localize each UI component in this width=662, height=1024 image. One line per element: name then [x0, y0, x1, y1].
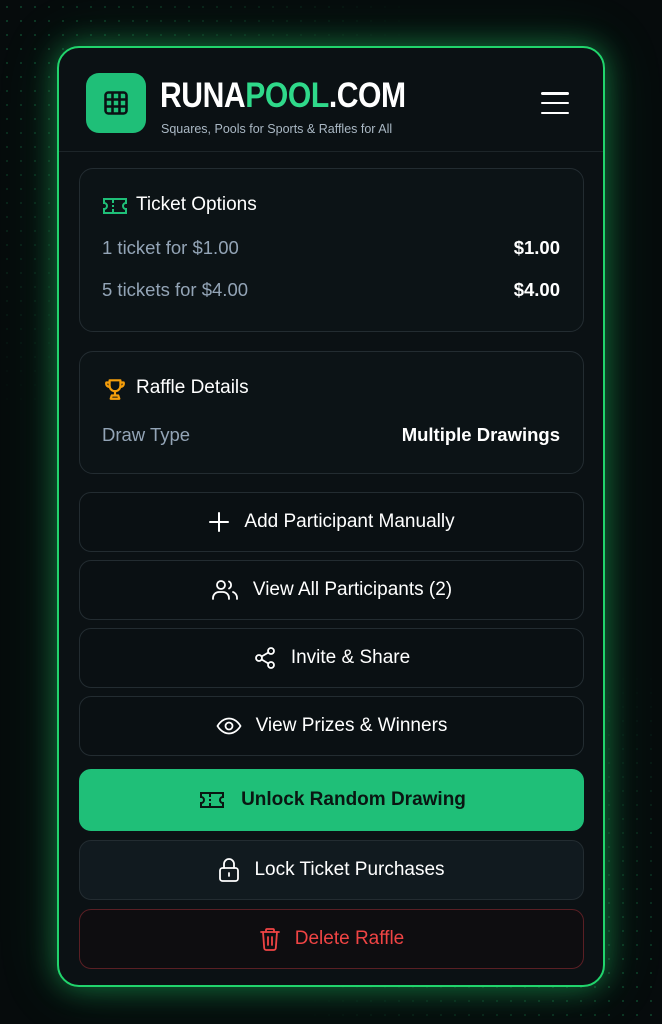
users-icon — [211, 580, 238, 600]
header: RUNAPOOL.COM Squares, Pools for Sports &… — [59, 48, 603, 152]
add-participant-button[interactable]: Add Participant Manually — [79, 492, 584, 552]
ticket-options-panel: Ticket Options 1 ticket for $1.00 $1.00 … — [79, 168, 584, 332]
brand-name-part1: RUNA — [160, 76, 246, 115]
menu-icon-bar — [541, 101, 569, 105]
plus-icon — [209, 512, 230, 532]
brand-tagline: Squares, Pools for Sports & Raffles for … — [161, 122, 393, 136]
invite-share-button[interactable]: Invite & Share — [79, 628, 584, 688]
share-icon — [254, 647, 275, 669]
unlock-random-drawing-button[interactable]: Unlock Random Drawing — [79, 769, 584, 831]
raffle-card: RUNAPOOL.COM Squares, Pools for Sports &… — [57, 46, 605, 987]
view-participants-button[interactable]: View All Participants (2) — [79, 560, 584, 620]
delete-raffle-button[interactable]: Delete Raffle — [79, 909, 584, 969]
hamburger-menu-button[interactable] — [541, 92, 569, 114]
eye-icon — [216, 717, 242, 735]
draw-type-value: Multiple Drawings — [401, 424, 560, 445]
ticket-options-title: Ticket Options — [136, 194, 257, 215]
logo[interactable] — [86, 73, 146, 133]
brand-name-part2: POOL — [245, 76, 329, 115]
unlock-random-drawing-label: Unlock Random Drawing — [241, 789, 466, 810]
menu-icon-bar — [541, 92, 569, 95]
lock-ticket-purchases-button[interactable]: Lock Ticket Purchases — [79, 840, 584, 900]
delete-raffle-label: Delete Raffle — [294, 928, 405, 949]
brand-name: RUNAPOOL.COM — [160, 78, 406, 114]
ticket-option-price: $4.00 — [513, 279, 560, 300]
ticket-icon — [103, 198, 127, 214]
lock-ticket-purchases-label: Lock Ticket Purchases — [254, 859, 445, 880]
add-participant-label: Add Participant Manually — [244, 511, 455, 532]
trophy-icon — [105, 379, 125, 400]
grid-icon — [104, 91, 128, 115]
brand-name-part3: .COM — [328, 76, 406, 115]
ticket-option-label: 5 tickets for $4.00 — [102, 279, 249, 300]
menu-icon-bar — [541, 111, 569, 114]
view-prizes-label: View Prizes & Winners — [255, 715, 448, 736]
raffle-details-panel: Raffle Details Draw Type Multiple Drawin… — [79, 351, 584, 474]
draw-type-label: Draw Type — [102, 424, 191, 445]
view-prizes-button[interactable]: View Prizes & Winners — [79, 696, 584, 756]
raffle-details-title: Raffle Details — [136, 377, 249, 398]
invite-share-label: Invite & Share — [290, 647, 411, 668]
ticket-icon — [200, 792, 225, 808]
ticket-option-price: $1.00 — [513, 237, 560, 258]
lock-icon — [219, 858, 240, 882]
trash-icon — [259, 928, 280, 951]
ticket-option-label: 1 ticket for $1.00 — [102, 237, 239, 258]
view-participants-label: View All Participants (2) — [252, 579, 453, 600]
